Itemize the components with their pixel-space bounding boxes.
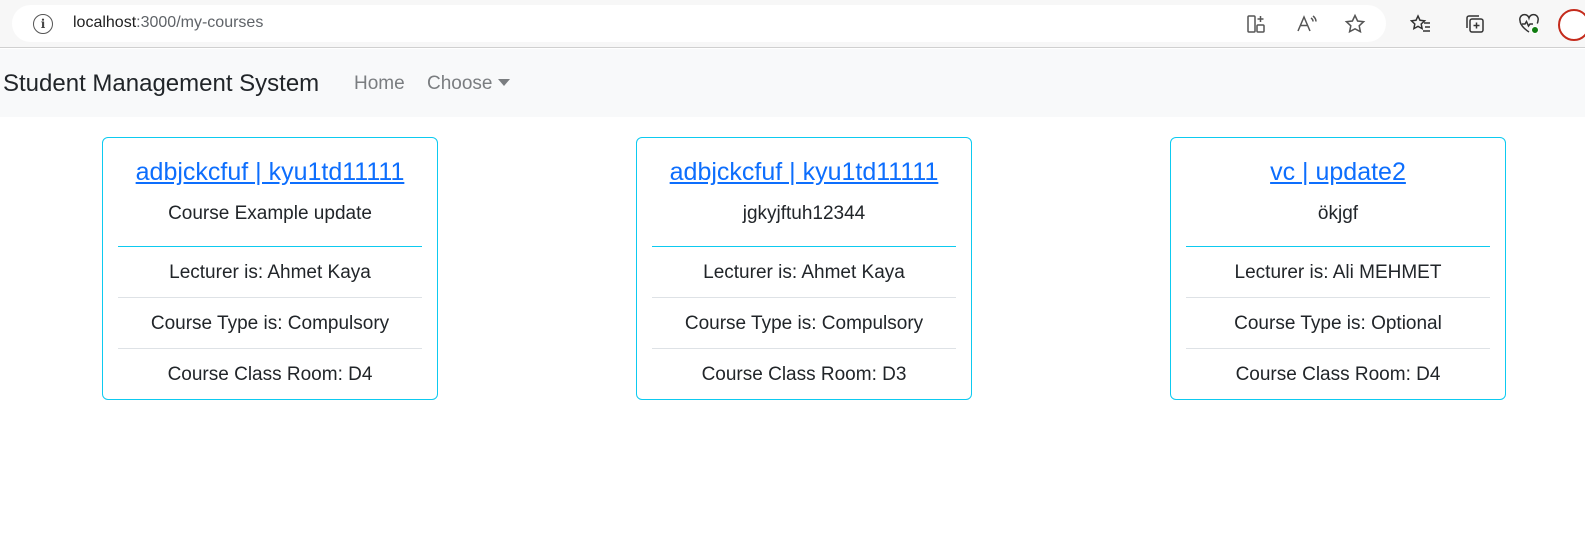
navbar: Student Management System Home Choose [0,49,1585,117]
course-classroom: Course Class Room: D4 [167,364,373,385]
favorites-icon[interactable] [1409,12,1433,36]
nav-home-link[interactable]: Home [354,73,405,95]
caret-down-icon [497,79,510,86]
course-lecturer: Lecturer is: Ahmet Kaya [652,248,956,298]
url-text[interactable]: localhost:3000/my-courses [73,14,263,32]
collections-icon[interactable] [1463,12,1487,36]
card-divider [1186,246,1490,247]
profile-avatar[interactable] [1558,9,1585,41]
read-aloud-icon[interactable] [1294,12,1318,36]
card-divider [652,246,956,247]
course-description: jgkyjftuh12344 [742,203,866,224]
course-card: vc | update2 ökjgf Lecturer is: Ali MEHM… [1170,137,1506,400]
card-divider [118,246,422,247]
star-icon[interactable] [1343,12,1367,36]
navbar-brand[interactable]: Student Management System [3,70,319,98]
course-type: Course Type is: Optional [1186,299,1490,349]
course-description: Course Example update [168,203,372,224]
info-icon[interactable]: i [33,14,53,34]
course-title-link[interactable]: vc | update2 [1171,158,1505,187]
course-classroom: Course Class Room: D3 [701,364,907,385]
course-lecturer: Lecturer is: Ahmet Kaya [118,248,422,298]
course-card: adbjckcfuf | kyu1td11111 jgkyjftuh12344 … [636,137,972,400]
nav-choose-label: Choose [427,73,493,94]
course-type: Course Type is: Compulsory [118,299,422,349]
course-title-link[interactable]: adbjckcfuf | kyu1td11111 [103,158,437,187]
course-classroom: Course Class Room: D4 [1235,364,1441,385]
course-card: adbjckcfuf | kyu1td11111 Course Example … [102,137,438,400]
course-type: Course Type is: Compulsory [652,299,956,349]
heart-pulse-icon[interactable] [1517,12,1541,36]
course-lecturer: Lecturer is: Ali MEHMET [1186,248,1490,298]
grid-plus-icon[interactable] [1244,12,1268,36]
course-description: ökjgf [1317,203,1359,224]
nav-choose-dropdown[interactable]: Choose [427,73,510,95]
browser-toolbar: i localhost:3000/my-courses [0,0,1585,48]
course-title-link[interactable]: adbjckcfuf | kyu1td11111 [637,158,971,187]
